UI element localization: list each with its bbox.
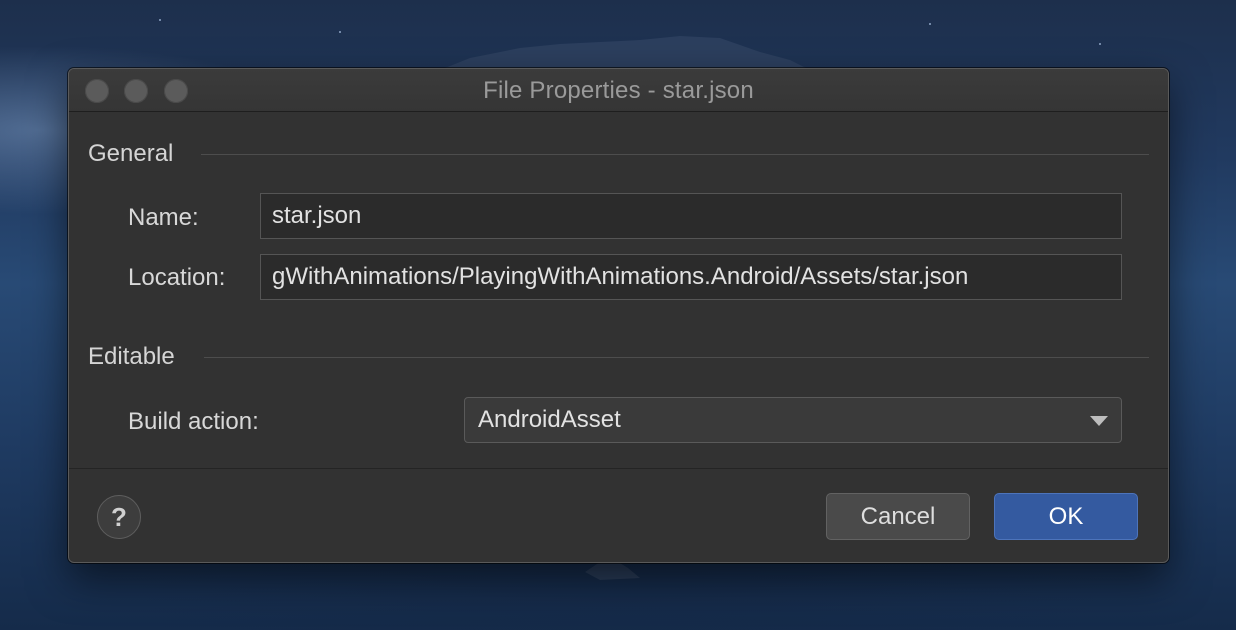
location-field[interactable]: gWithAnimations/PlayingWithAnimations.An… [260,254,1122,300]
footer-divider [69,468,1168,469]
build-action-label: Build action: [128,408,259,435]
chevron-down-icon [1090,416,1108,426]
file-properties-dialog: File Properties - star.json General Name… [68,68,1169,563]
build-action-value: AndroidAsset [478,406,621,433]
ok-button[interactable]: OK [994,493,1138,540]
section-general-divider [201,154,1149,155]
window-title: File Properties - star.json [483,77,754,104]
section-editable-label: Editable [88,343,175,370]
title-bar[interactable]: File Properties - star.json [69,69,1168,112]
location-label: Location: [128,264,226,291]
cancel-button[interactable]: Cancel [826,493,970,540]
section-general-label: General [88,140,174,167]
section-editable-divider [204,357,1149,358]
name-label: Name: [128,204,199,231]
help-button[interactable]: ? [97,495,141,539]
name-field[interactable]: star.json [260,193,1122,239]
build-action-select[interactable]: AndroidAsset [464,397,1122,443]
